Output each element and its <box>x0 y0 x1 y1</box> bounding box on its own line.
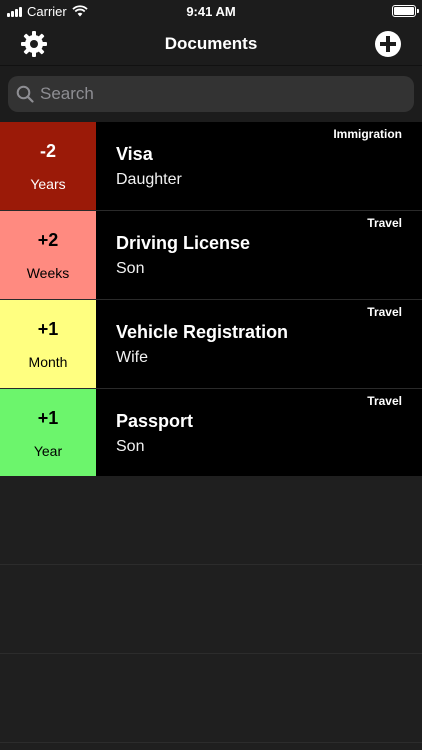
empty-row <box>0 476 422 565</box>
expiry-unit: Years <box>30 175 66 192</box>
document-category: Travel <box>367 394 402 408</box>
expiry-badge: +1 Month <box>0 300 96 388</box>
expiry-unit: Month <box>28 353 68 370</box>
document-owner: Son <box>116 260 145 277</box>
document-owner: Wife <box>116 349 148 366</box>
document-category: Immigration <box>333 127 402 141</box>
search-input[interactable] <box>40 84 406 104</box>
expiry-badge: +1 Year <box>0 389 96 477</box>
plus-circle-icon <box>375 31 401 57</box>
wifi-icon <box>72 5 88 17</box>
expiry-badge: -2 Years <box>0 122 96 210</box>
document-category: Travel <box>367 216 402 230</box>
document-row[interactable]: +1 Month Travel Vehicle Registration Wif… <box>0 300 422 389</box>
settings-button[interactable] <box>18 28 50 60</box>
search-field[interactable] <box>8 76 414 112</box>
document-info: Travel Passport Son <box>96 389 422 477</box>
empty-row <box>0 565 422 654</box>
document-row[interactable]: +2 Weeks Travel Driving License Son <box>0 211 422 300</box>
document-info: Immigration Visa Daughter <box>96 122 422 210</box>
document-title: Passport <box>116 411 194 431</box>
document-title: Visa <box>116 144 153 164</box>
carrier-label: Carrier <box>27 3 67 19</box>
document-row[interactable]: +1 Year Travel Passport Son <box>0 389 422 478</box>
document-owner: Daughter <box>116 171 182 188</box>
search-bar <box>0 66 422 122</box>
status-bar: Carrier 9:41 AM <box>0 0 422 22</box>
document-list: -2 Years Immigration Visa Daughter +2 We… <box>0 122 422 478</box>
expiry-badge: +2 Weeks <box>0 211 96 299</box>
search-icon <box>16 85 34 103</box>
document-info: Travel Driving License Son <box>96 211 422 299</box>
signal-icon <box>7 6 22 17</box>
battery-icon <box>392 5 419 17</box>
document-owner: Son <box>116 438 145 455</box>
status-left: Carrier <box>7 4 88 19</box>
document-info: Travel Vehicle Registration Wife <box>96 300 422 388</box>
document-row[interactable]: -2 Years Immigration Visa Daughter <box>0 122 422 211</box>
expiry-value: -2 <box>39 140 56 161</box>
gear-icon <box>21 31 47 57</box>
expiry-value: +1 <box>37 318 59 339</box>
expiry-value: +2 <box>37 229 59 250</box>
document-title: Vehicle Registration <box>116 322 289 342</box>
document-category: Travel <box>367 305 402 319</box>
add-document-button[interactable] <box>372 28 404 60</box>
expiry-value: +1 <box>37 407 59 428</box>
page-title: Documents <box>164 33 258 53</box>
nav-bar: Documents <box>0 22 422 66</box>
expiry-unit: Year <box>33 442 63 459</box>
expiry-unit: Weeks <box>26 264 70 281</box>
document-title: Driving License <box>116 233 251 253</box>
empty-row <box>0 654 422 743</box>
empty-list-area <box>0 476 422 743</box>
